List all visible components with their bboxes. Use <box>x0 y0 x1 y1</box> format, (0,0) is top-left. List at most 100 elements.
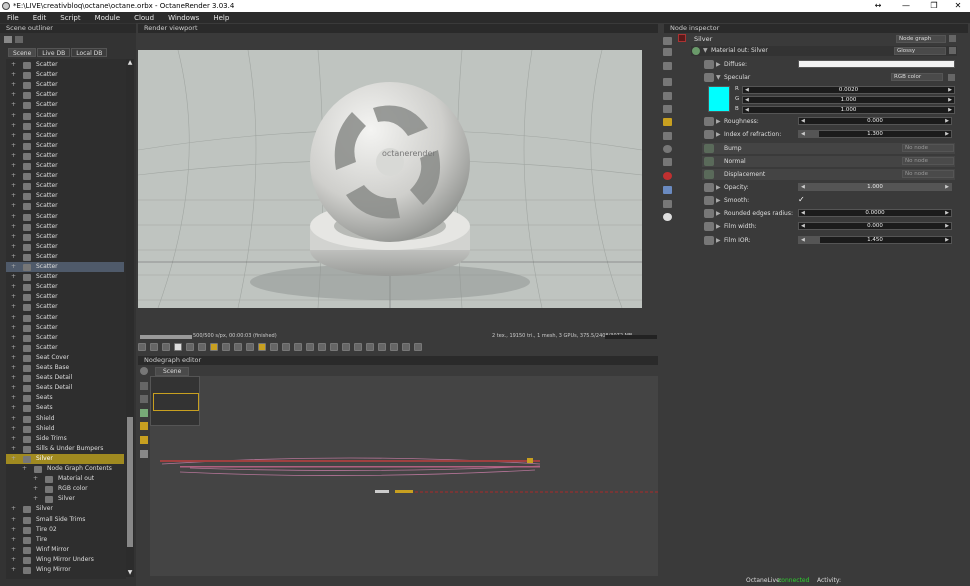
restart-icon[interactable] <box>150 343 158 351</box>
expand-icon[interactable]: + <box>11 284 17 290</box>
tree-item[interactable]: + Scatter <box>6 242 124 252</box>
inspector-settings-icon[interactable] <box>663 92 672 100</box>
expand-icon[interactable]: + <box>11 405 17 411</box>
increment-icon[interactable]: ▶ <box>945 131 949 138</box>
rgb-channel-slider[interactable]: ◀ 0.0020 ▶ <box>742 86 955 94</box>
increment-icon[interactable]: ▶ <box>948 87 952 94</box>
clear-icon[interactable] <box>138 343 146 351</box>
increment-icon[interactable]: ▶ <box>945 118 949 125</box>
menu-windows[interactable]: Windows <box>161 14 206 22</box>
node-arrange-icon[interactable] <box>140 395 148 403</box>
menu-file[interactable]: File <box>0 14 26 22</box>
expand-arrow-icon[interactable]: ▶ <box>716 59 721 70</box>
tree-item[interactable]: + Seat Cover <box>6 353 124 363</box>
inspector-sun-icon[interactable] <box>663 213 672 221</box>
region-icon[interactable] <box>234 343 242 351</box>
tree-item[interactable]: + Wing Mirror Unders <box>6 555 124 565</box>
save-render-icon[interactable] <box>402 343 410 351</box>
outliner-scrollbar[interactable]: ▲ ▼ <box>126 59 134 577</box>
property-slider[interactable]: ◀ 0.000 ▶ <box>798 117 952 125</box>
node-link-icon[interactable] <box>140 422 148 430</box>
material-link-icon[interactable] <box>949 47 956 54</box>
tree-item[interactable]: + Scatter <box>6 282 124 292</box>
tree-item[interactable]: + Scatter <box>6 323 124 333</box>
tree-item[interactable]: + Scatter <box>6 121 124 131</box>
tree-item[interactable]: + Scatter <box>6 212 124 222</box>
expand-icon[interactable]: + <box>33 496 39 502</box>
inspector-light-icon[interactable] <box>663 118 672 126</box>
inspector-text-icon[interactable] <box>663 48 672 56</box>
tree-item[interactable]: + Small Side Trims <box>6 515 124 525</box>
property-icon[interactable] <box>704 157 714 166</box>
close-button[interactable]: ✕ <box>944 0 970 12</box>
tree-item[interactable]: + Scatter <box>6 201 124 211</box>
expand-icon[interactable]: + <box>11 274 17 280</box>
property-icon[interactable] <box>704 209 714 218</box>
expand-icon[interactable]: + <box>11 334 17 341</box>
pick-material-icon[interactable] <box>270 343 278 351</box>
expand-arrow-icon[interactable]: ▶ <box>716 116 721 127</box>
expand-arrow-icon[interactable]: ▶ <box>716 235 721 246</box>
image-icon[interactable] <box>390 343 398 351</box>
play-icon[interactable] <box>210 343 218 351</box>
expand-icon[interactable]: + <box>11 82 17 88</box>
expand-icon[interactable]: + <box>11 183 17 189</box>
expand-icon[interactable]: + <box>11 415 17 422</box>
node-graph-dropdown[interactable]: Node graph <box>896 35 946 43</box>
property-icon[interactable] <box>704 222 714 231</box>
increment-icon[interactable]: ▶ <box>945 210 949 217</box>
minimize-button[interactable]: — <box>892 0 920 12</box>
tree-item[interactable]: + Tire <box>6 535 124 545</box>
inspector-geometry-icon[interactable] <box>663 132 672 140</box>
property-icon[interactable] <box>704 144 714 153</box>
tree-item[interactable]: + Scatter <box>6 161 124 171</box>
expand-icon[interactable]: + <box>11 132 17 139</box>
tree-item[interactable]: + Scatter <box>6 90 124 100</box>
expand-icon[interactable]: + <box>11 233 17 240</box>
color-picker-icon[interactable] <box>162 343 170 351</box>
collapse-arrow-icon[interactable]: ▼ <box>703 46 708 56</box>
expand-icon[interactable]: + <box>11 304 17 310</box>
tree-item[interactable]: + Side Trims <box>6 434 124 444</box>
outliner-scroll-thumb[interactable] <box>127 417 133 547</box>
property-icon[interactable] <box>704 60 714 69</box>
tree-item[interactable]: + Scatter <box>6 262 124 272</box>
node-group-icon[interactable] <box>140 409 148 417</box>
expand-icon[interactable]: + <box>11 112 17 119</box>
expand-icon[interactable]: + <box>11 455 17 462</box>
node-export-icon[interactable] <box>140 450 148 458</box>
tree-item[interactable]: + Node Graph Contents <box>6 464 124 474</box>
specular-type-dropdown[interactable]: RGB color <box>891 73 943 81</box>
tree-item[interactable]: + Scatter <box>6 302 124 312</box>
export-icon[interactable] <box>378 343 386 351</box>
inspector-material-icon[interactable] <box>663 172 672 180</box>
property-slider[interactable]: ◀ 0.000 ▶ <box>798 222 952 230</box>
expand-icon[interactable]: + <box>11 203 17 209</box>
property-slider[interactable]: ◀ 1.300 ▶ <box>798 130 952 138</box>
tree-item[interactable]: + Sills & Under Bumpers <box>6 444 124 454</box>
pick-focus-icon[interactable] <box>294 343 302 351</box>
property-icon[interactable] <box>704 130 714 139</box>
tree-item[interactable]: + Scatter <box>6 80 124 90</box>
expand-icon[interactable]: + <box>11 213 17 220</box>
inspector-kernel-icon[interactable] <box>663 105 672 113</box>
tree-item[interactable]: + Scatter <box>6 70 124 80</box>
nodegraph-canvas[interactable] <box>150 376 658 576</box>
no-node-dropdown[interactable]: No node <box>902 157 954 165</box>
expand-icon[interactable]: + <box>11 365 17 371</box>
property-slider[interactable]: ◀ 0.0000 ▶ <box>798 209 952 217</box>
tree-item[interactable]: + RGB color <box>6 484 124 494</box>
tree-item[interactable]: + Seats Detail <box>6 383 124 393</box>
inspector-node-icon[interactable] <box>663 37 672 45</box>
smooth-checkbox[interactable]: ✓ <box>798 196 806 204</box>
expand-icon[interactable]: + <box>11 92 17 98</box>
menu-module[interactable]: Module <box>88 14 127 22</box>
display-icon[interactable] <box>222 343 230 351</box>
tree-item[interactable]: + Scatter <box>6 60 124 70</box>
expand-icon[interactable]: + <box>11 223 17 230</box>
tab-live-db[interactable]: Live DB <box>37 48 71 57</box>
property-icon[interactable] <box>704 117 714 126</box>
tree-item[interactable]: + Tire 02 <box>6 525 124 535</box>
expand-icon[interactable]: + <box>11 243 17 250</box>
expand-icon[interactable]: + <box>11 122 17 129</box>
